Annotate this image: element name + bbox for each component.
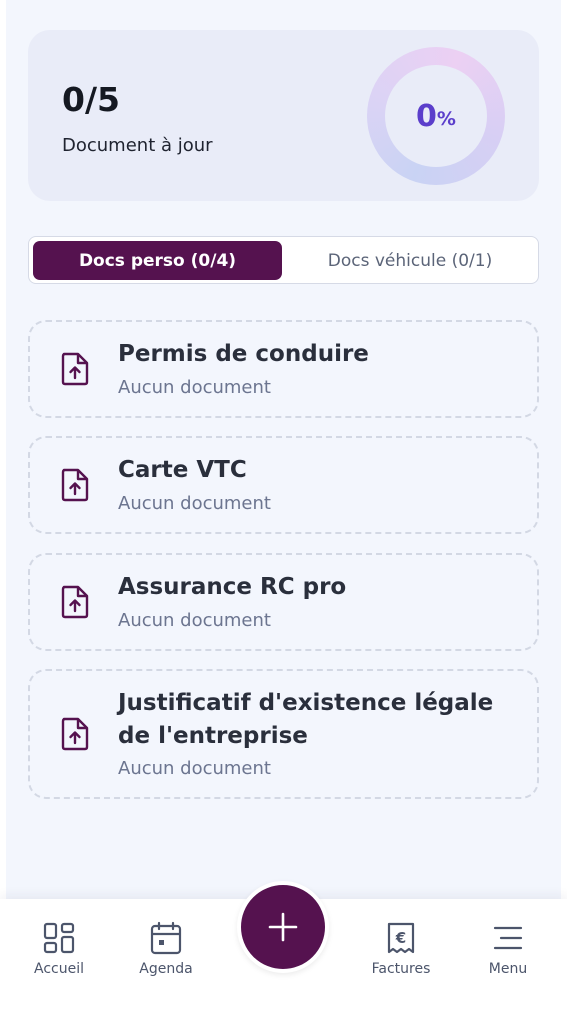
docs-tabs: Docs perso (0/4) Docs véhicule (0/1) [28, 236, 539, 284]
document-title-line-2: de l'entreprise [118, 723, 308, 749]
document-title-line-1: Justificatif d'existence légale [118, 690, 494, 716]
document-title: Assurance RC pro [118, 574, 347, 600]
nav-item-accueil[interactable]: Accueil [14, 921, 104, 991]
file-upload-icon [61, 717, 89, 751]
document-status: Aucun document [118, 758, 271, 779]
nav-item-agenda[interactable]: Agenda [121, 921, 211, 991]
summary-card: 0/5 Document à jour 0% [28, 30, 539, 201]
screen: 0/5 Document à jour 0% Docs perso (0/4) … [6, 0, 561, 1024]
nav-label-factures: Factures [371, 961, 431, 977]
file-upload-icon [61, 468, 89, 502]
add-button[interactable] [237, 881, 329, 973]
document-item-justificatif[interactable]: Justificatif d'existence légale de l'ent… [28, 669, 539, 799]
nav-label-accueil: Accueil [34, 961, 84, 977]
tab-docs-perso[interactable]: Docs perso (0/4) [33, 241, 282, 280]
documents-count: 0/5 [62, 80, 120, 119]
svg-text:€: € [395, 929, 406, 947]
file-upload-icon [61, 352, 89, 386]
document-item-carte-vtc[interactable]: Carte VTC Aucun document [28, 436, 539, 534]
nav-label-agenda: Agenda [139, 961, 193, 977]
euro-receipt-icon: € [387, 922, 415, 954]
nav-item-factures[interactable]: € Factures [356, 921, 446, 991]
document-item-permis[interactable]: Permis de conduire Aucun document [28, 320, 539, 418]
menu-icon [493, 926, 523, 950]
nav-label-menu: Menu [488, 961, 528, 977]
documents-status-label: Document à jour [62, 135, 213, 156]
plus-icon [268, 912, 298, 942]
document-status: Aucun document [118, 493, 271, 514]
grid-icon [43, 922, 75, 954]
calendar-icon [150, 921, 182, 955]
nav-item-menu[interactable]: Menu [463, 921, 553, 991]
progress-ring: 0% [367, 47, 505, 185]
document-status: Aucun document [118, 377, 271, 398]
document-title: Permis de conduire [118, 341, 369, 367]
document-status: Aucun document [118, 610, 271, 631]
tab-docs-vehicule[interactable]: Docs véhicule (0/1) [285, 241, 535, 280]
document-title: Carte VTC [118, 457, 247, 483]
file-upload-icon [61, 585, 89, 619]
progress-value: 0% [416, 98, 456, 134]
document-item-assurance[interactable]: Assurance RC pro Aucun document [28, 553, 539, 651]
